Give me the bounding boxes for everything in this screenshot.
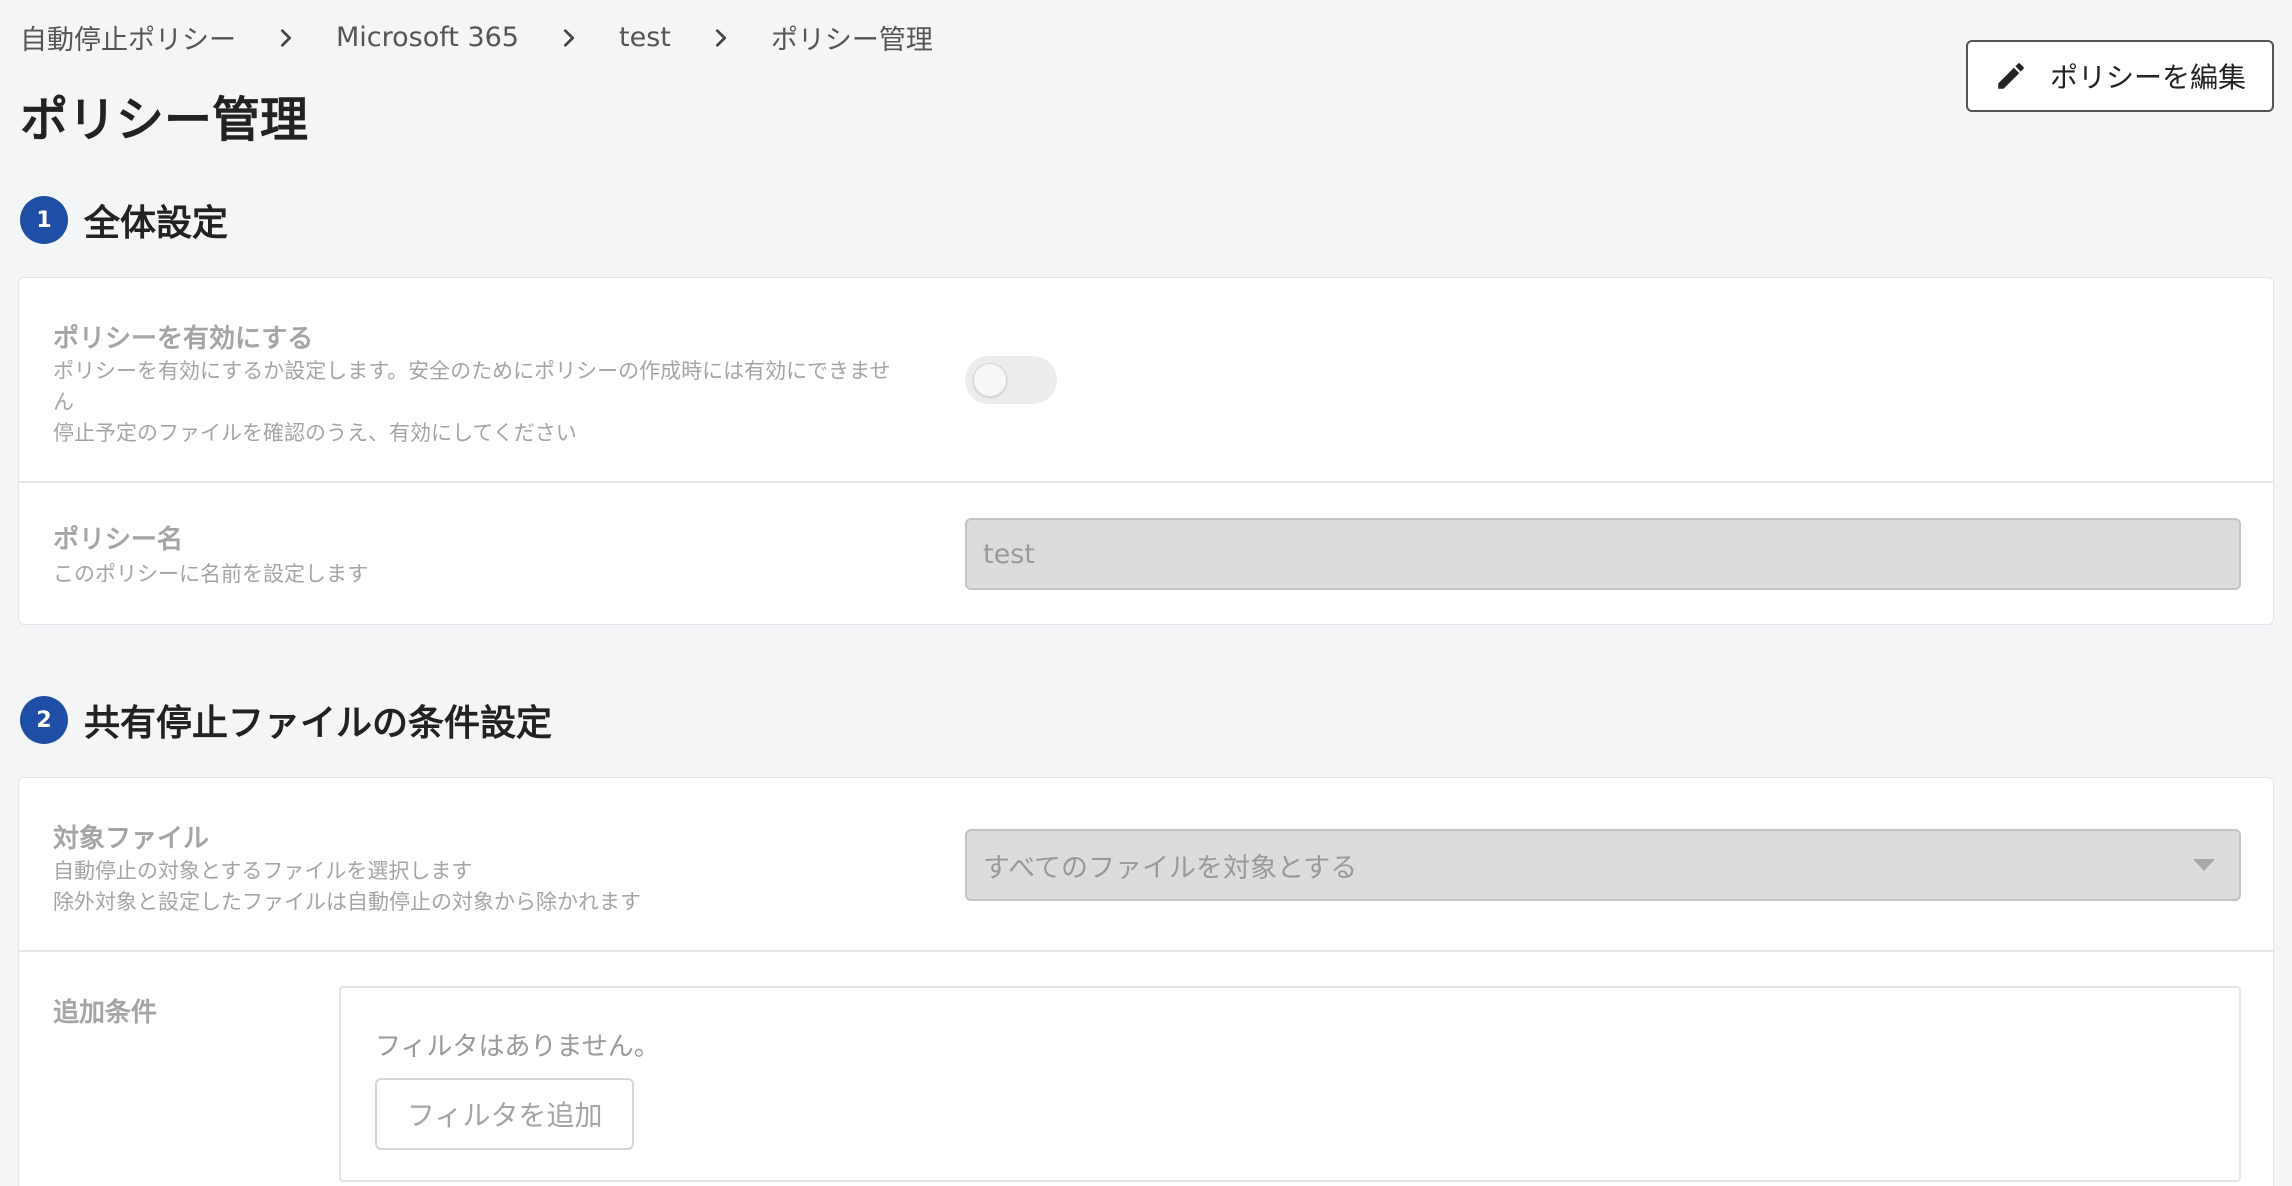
breadcrumb-item-microsoft365[interactable]: Microsoft 365 [336, 22, 519, 53]
step-badge: 2 [20, 696, 68, 744]
enable-policy-description: ポリシーを有効にするか設定します。安全のためにポリシーの作成時には有効にできませ… [53, 356, 953, 449]
target-files-description: 自動停止の対象とするファイルを選択します 除外対象と設定したファイルは自動停止の… [53, 856, 953, 918]
add-filter-button[interactable]: フィルタを追加 [375, 1078, 635, 1150]
toggle-knob [973, 363, 1007, 397]
policy-name-row: ポリシー名 このポリシーに名前を設定します test [19, 483, 2273, 624]
breadcrumb-item-policy-management: ポリシー管理 [770, 25, 933, 56]
breadcrumb-item-auto-stop-policy[interactable]: 自動停止ポリシー [20, 18, 236, 57]
edit-policy-label: ポリシーを編集 [2049, 62, 2246, 93]
target-files-selected-value: すべてのファイルを対象とする [983, 852, 1358, 884]
target-files-label: 対象ファイル [53, 824, 210, 854]
description-line: 除外対象と設定したファイルは自動停止の対象から除かれます [53, 890, 641, 914]
section-title: 全体設定 [84, 203, 229, 244]
enable-policy-row: ポリシーを有効にする ポリシーを有効にするか設定します。安全のためにポリシーの作… [19, 278, 2273, 483]
description-line: ん [53, 390, 74, 414]
additional-conditions-row: 追加条件 フィルタはありません。 フィルタを追加 [19, 952, 2273, 1186]
target-files-select[interactable]: すべてのファイルを対象とする [965, 829, 2241, 901]
caret-down-icon [2193, 859, 2215, 871]
policy-name-label: ポリシー名 [53, 525, 184, 555]
description-line: 自動停止の対象とするファイルを選択します [53, 859, 473, 883]
description-line: ポリシーを有効にするか設定します。安全のためにポリシーの作成時には有効にできませ [53, 359, 891, 383]
pencil-icon [1994, 59, 2050, 93]
chevron-right-icon [272, 24, 300, 52]
chevron-right-icon [707, 24, 735, 52]
policy-name-input[interactable]: test [965, 518, 2241, 590]
breadcrumb: 自動停止ポリシー Microsoft 365 test ポリシー管理 [20, 18, 933, 57]
enable-policy-label: ポリシーを有効にする [53, 324, 314, 354]
general-settings-card: ポリシーを有効にする ポリシーを有効にするか設定します。安全のためにポリシーの作… [18, 277, 2274, 625]
section-title: 共有停止ファイルの条件設定 [84, 703, 553, 744]
policy-management-page: 自動停止ポリシー Microsoft 365 test ポリシー管理 ポリシー管… [0, 0, 2292, 1186]
additional-conditions-label: 追加条件 [53, 998, 158, 1028]
edit-policy-button[interactable]: ポリシーを編集 [1966, 40, 2274, 112]
page-title: ポリシー管理 [20, 92, 309, 148]
section-conditions-heading: 2 共有停止ファイルの条件設定 [20, 694, 552, 746]
conditions-card: 対象ファイル 自動停止の対象とするファイルを選択します 除外対象と設定したファイ… [18, 777, 2274, 1186]
target-files-row: 対象ファイル 自動停止の対象とするファイルを選択します 除外対象と設定したファイ… [19, 778, 2273, 952]
description-line: 停止予定のファイルを確認のうえ、有効にしてください [53, 421, 577, 445]
policy-name-description: このポリシーに名前を設定します [53, 562, 368, 586]
chevron-right-icon [555, 24, 583, 52]
no-filters-text: フィルタはありません。 [375, 1032, 660, 1062]
filter-box: フィルタはありません。 フィルタを追加 [339, 986, 2241, 1182]
section-general-heading: 1 全体設定 [20, 194, 228, 246]
breadcrumb-item-test[interactable]: test [619, 22, 671, 53]
enable-policy-toggle[interactable] [965, 356, 1057, 404]
step-badge: 1 [20, 196, 68, 244]
